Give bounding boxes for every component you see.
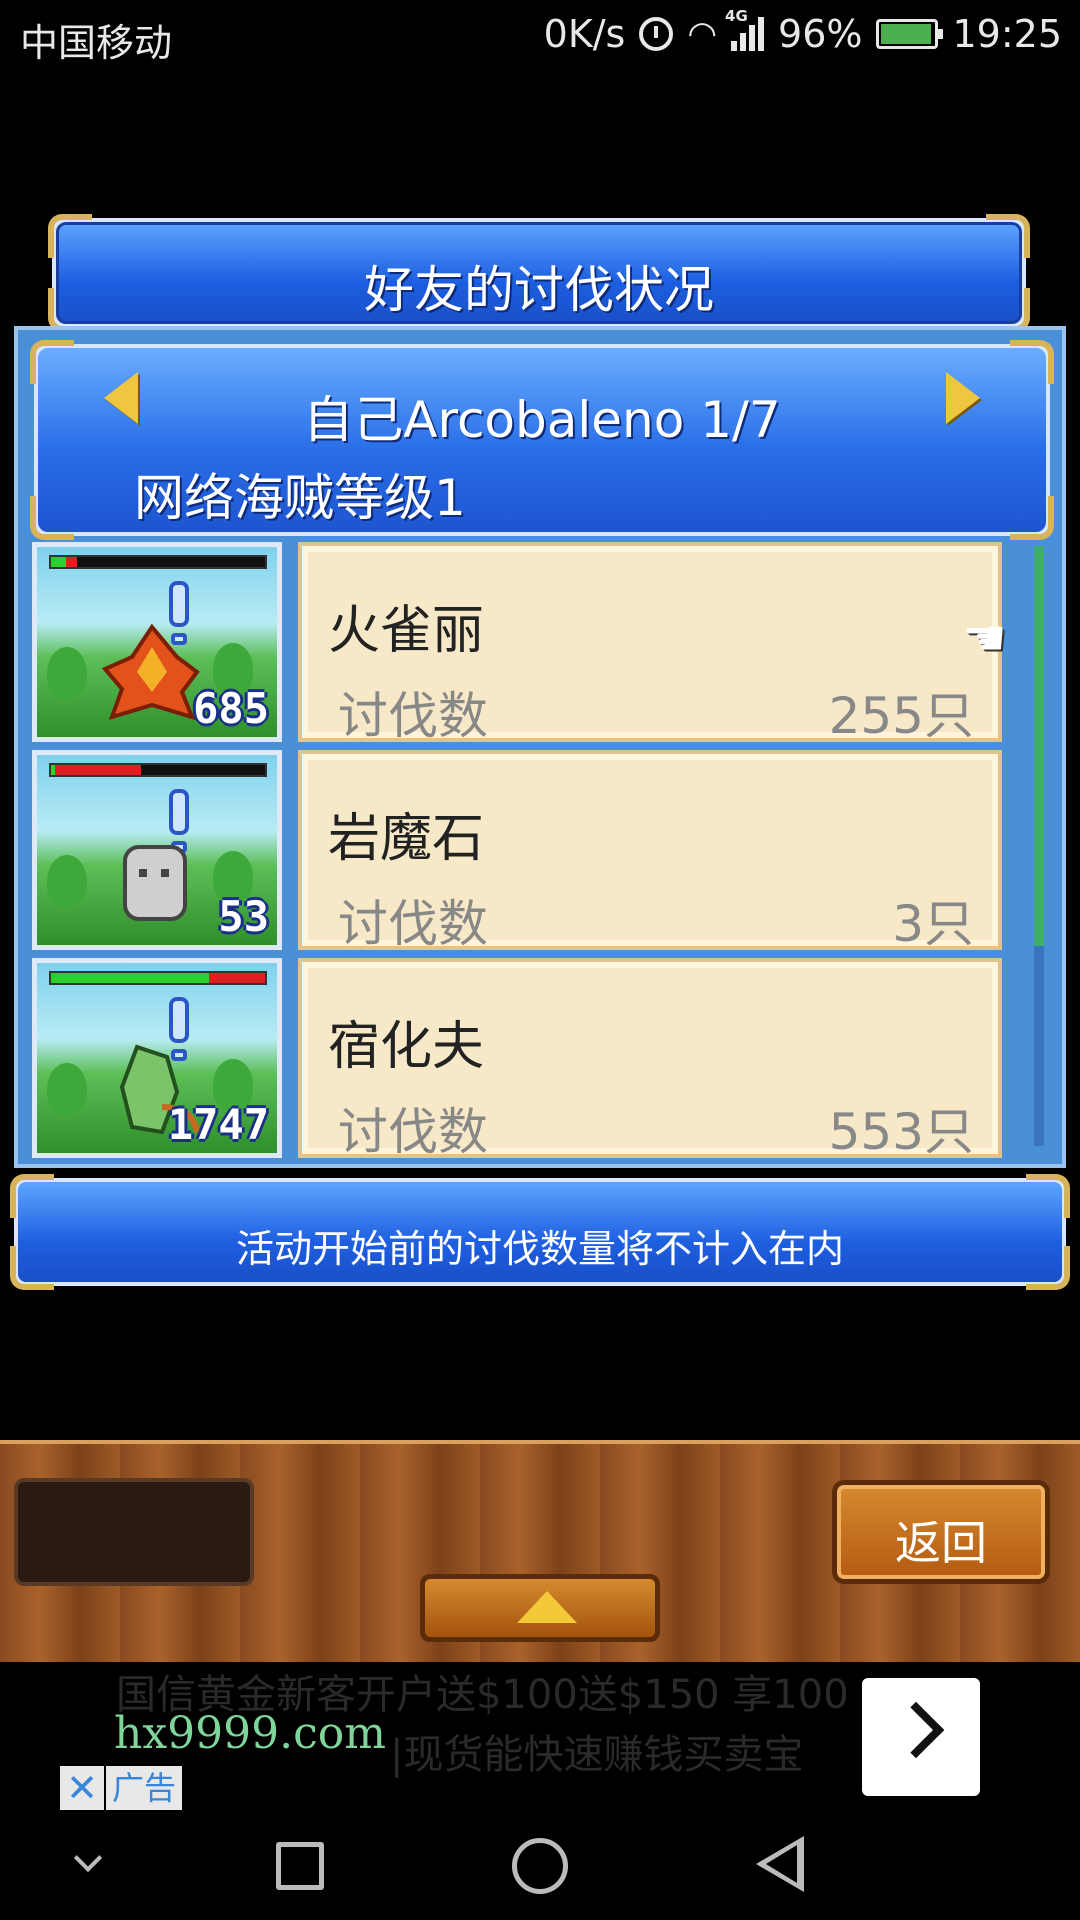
- battery-percent: 96%: [778, 12, 863, 56]
- back-button-label: 返回: [895, 1516, 987, 1570]
- ad-close-button[interactable]: ✕ 广告: [60, 1766, 183, 1810]
- list-item[interactable]: 1747 宿化夫 讨伐数 553只: [32, 958, 1032, 1161]
- chevron-right-icon: [887, 1701, 945, 1759]
- kill-count-value: 553只: [828, 1103, 974, 1161]
- status-bar: 中国移动 0K/s ◠ 4G 96% 19:25: [0, 0, 1080, 72]
- monster-level: 53: [218, 892, 269, 941]
- expand-menu-button[interactable]: [420, 1574, 660, 1642]
- ad-background-text: |现货能快速赚钱买卖宝: [390, 1732, 804, 1778]
- ornament-corner: [1010, 340, 1054, 384]
- empty-slot: [14, 1478, 254, 1586]
- player-header: 自己Arcobaleno 1/7 网络海贼等级1: [30, 340, 1054, 540]
- hp-bar-green: [51, 973, 210, 983]
- bottom-menu-bar: 返回: [0, 1440, 1080, 1662]
- kill-count-label: 讨伐数: [338, 895, 488, 953]
- scroll-thumb[interactable]: [1034, 546, 1044, 946]
- hp-bar-green: [51, 557, 66, 567]
- hp-bar-green: [51, 765, 56, 775]
- ornament-corner: [30, 340, 74, 384]
- monster-thumbnail: 1747: [32, 958, 282, 1158]
- monster-card[interactable]: 宿化夫 讨伐数 553只: [298, 958, 1002, 1161]
- clock: 19:25: [952, 12, 1062, 56]
- back-button[interactable]: 返回: [832, 1480, 1050, 1584]
- ornament-corner: [10, 1174, 54, 1218]
- monster-card[interactable]: 火雀丽 讨伐数 255只: [298, 542, 1002, 745]
- tree-icon: [47, 647, 87, 699]
- ad-banner[interactable]: 国信黄金新客开户送$100送$150 享100 |现货能快速赚钱买卖宝 hx99…: [0, 1662, 1080, 1812]
- kill-count-label: 讨伐数: [338, 687, 488, 745]
- home-button[interactable]: [512, 1838, 568, 1894]
- monster-thumbnail: 53: [32, 750, 282, 950]
- tree-icon: [47, 1063, 87, 1115]
- monster-level: 685: [193, 684, 269, 733]
- ornament-corner: [30, 496, 74, 540]
- pirate-level: 网络海贼等级1: [134, 469, 466, 527]
- close-icon[interactable]: ✕: [60, 1766, 104, 1810]
- battery-icon: [876, 19, 944, 49]
- recents-button[interactable]: [276, 1842, 324, 1890]
- hp-bar: [49, 971, 267, 985]
- dialog-title: 好友的讨伐状况: [364, 261, 714, 319]
- player-name: 自己Arcobaleno 1/7: [303, 391, 781, 449]
- ornament-corner: [1026, 1174, 1070, 1218]
- status-icons: 0K/s ◠ 4G 96% 19:25: [543, 7, 1062, 56]
- hand-pointer-icon: ☚: [962, 609, 1007, 667]
- exclamation-icon: [169, 789, 189, 835]
- carrier-label: 中国移动: [20, 21, 173, 65]
- phoenix-monster-icon: [101, 623, 200, 721]
- kill-count-value: 255只: [828, 687, 974, 745]
- signal-icon: 4G: [725, 7, 765, 51]
- ornament-corner: [1010, 496, 1054, 540]
- back-nav-button[interactable]: [756, 1836, 804, 1892]
- list-item[interactable]: 685 火雀丽 讨伐数 255只: [32, 542, 1032, 745]
- notice-text: 活动开始前的讨伐数量将不计入在内: [235, 1227, 844, 1271]
- chevron-down-icon[interactable]: [73, 1843, 103, 1873]
- navigation-bar: [0, 1812, 1080, 1920]
- monster-thumbnail: 685: [32, 542, 282, 742]
- list-item[interactable]: 53 岩魔石 讨伐数 3只: [32, 750, 1032, 953]
- rock-monster-icon: [123, 845, 187, 921]
- monster-level: 1747: [167, 1100, 269, 1149]
- wifi-icon: ◠: [687, 14, 718, 54]
- monster-name: 岩魔石: [328, 809, 485, 869]
- kill-count-value: 3只: [892, 895, 974, 953]
- ad-domain[interactable]: hx9999.com: [114, 1708, 386, 1759]
- monster-name: 火雀丽: [328, 601, 485, 661]
- alarm-icon: [639, 17, 674, 51]
- ad-next-button[interactable]: [862, 1678, 980, 1796]
- network-speed: 0K/s: [543, 12, 626, 56]
- network-type: 4G: [725, 7, 748, 25]
- hp-bar: [49, 763, 267, 777]
- kill-count-label: 讨伐数: [338, 1103, 488, 1161]
- friend-status-panel: 自己Arcobaleno 1/7 网络海贼等级1 685 火雀丽 讨伐数 255…: [14, 326, 1066, 1168]
- notice-banner: 活动开始前的讨伐数量将不计入在内: [10, 1174, 1070, 1290]
- hp-bar: [49, 555, 267, 569]
- ad-tag: 广告: [106, 1766, 183, 1810]
- tree-icon: [47, 855, 87, 907]
- hp-bar-red: [51, 765, 141, 775]
- dialog-title-banner: 好友的讨伐状况: [48, 214, 1030, 332]
- monster-card[interactable]: 岩魔石 讨伐数 3只: [298, 750, 1002, 953]
- triangle-up-icon: [517, 1591, 577, 1623]
- monster-name: 宿化夫: [328, 1017, 485, 1077]
